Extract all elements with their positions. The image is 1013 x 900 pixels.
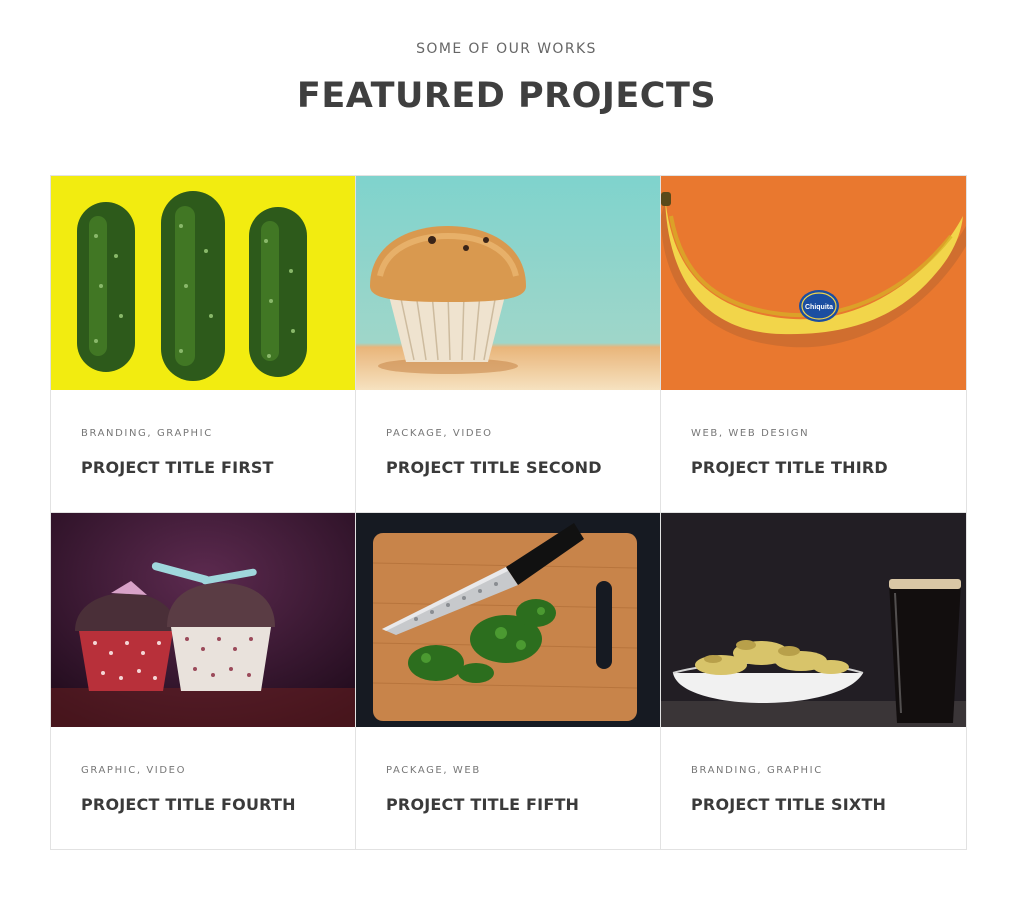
project-card-fourth[interactable]: GRAPHIC, VIDEO PROJECT TITLE FOURTH bbox=[51, 513, 356, 850]
section-title: FEATURED PROJECTS bbox=[296, 76, 717, 116]
project-title[interactable]: PROJECT TITLE THIRD bbox=[691, 458, 888, 477]
project-categories[interactable]: PACKAGE, VIDEO bbox=[386, 428, 493, 439]
project-card-sixth[interactable]: BRANDING, GRAPHIC PROJECT TITLE SIXTH bbox=[661, 513, 966, 850]
project-title[interactable]: PROJECT TITLE FIRST bbox=[81, 458, 274, 477]
project-categories[interactable]: GRAPHIC, VIDEO bbox=[81, 765, 186, 776]
cupcakes-image[interactable] bbox=[51, 513, 355, 727]
project-title[interactable]: PROJECT TITLE FIFTH bbox=[386, 795, 579, 814]
banana-sticker-text: Chiquita bbox=[805, 304, 833, 311]
banana-image[interactable]: Chiquita bbox=[661, 176, 966, 390]
project-categories[interactable]: BRANDING, GRAPHIC bbox=[691, 765, 823, 776]
section-kicker: SOME OF OUR WORKS bbox=[416, 41, 597, 57]
muffin-image[interactable] bbox=[356, 176, 660, 390]
project-categories[interactable]: WEB, WEB DESIGN bbox=[691, 428, 809, 439]
cucumbers-image[interactable] bbox=[51, 176, 355, 390]
chips-beer-image[interactable] bbox=[661, 513, 966, 727]
project-card-fifth[interactable]: PACKAGE, WEB PROJECT TITLE FIFTH bbox=[356, 513, 661, 850]
project-card-first[interactable]: BRANDING, GRAPHIC PROJECT TITLE FIRST bbox=[51, 176, 356, 513]
project-grid: BRANDING, GRAPHIC PROJECT TITLE FIRST PA… bbox=[50, 175, 967, 850]
project-categories[interactable]: BRANDING, GRAPHIC bbox=[81, 428, 213, 439]
project-categories[interactable]: PACKAGE, WEB bbox=[386, 765, 481, 776]
project-title[interactable]: PROJECT TITLE SIXTH bbox=[691, 795, 886, 814]
project-card-third[interactable]: Chiquita WEB, WEB DESIGN PROJECT TITLE T… bbox=[661, 176, 966, 513]
project-title[interactable]: PROJECT TITLE SECOND bbox=[386, 458, 602, 477]
project-title[interactable]: PROJECT TITLE FOURTH bbox=[81, 795, 296, 814]
knife-board-image[interactable] bbox=[356, 513, 660, 727]
project-card-second[interactable]: PACKAGE, VIDEO PROJECT TITLE SECOND bbox=[356, 176, 661, 513]
